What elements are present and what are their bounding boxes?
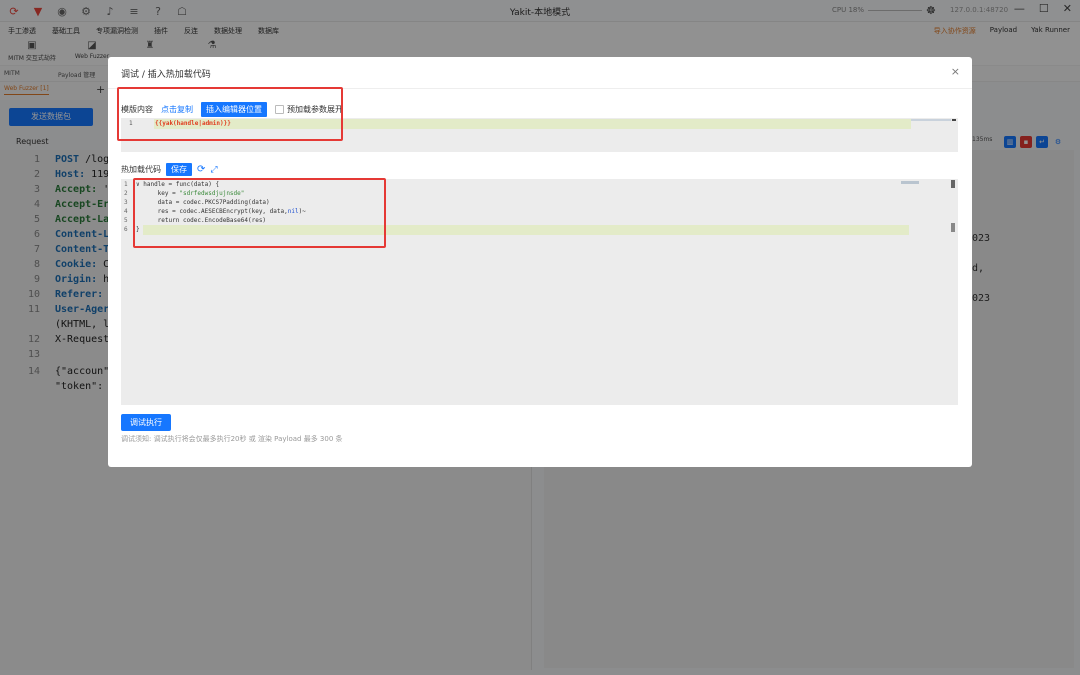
minimap <box>901 181 919 184</box>
save-button[interactable]: 保存 <box>166 163 192 176</box>
close-icon[interactable]: × <box>951 65 960 78</box>
debug-run-button[interactable]: 调试执行 <box>121 414 171 431</box>
refresh-icon[interactable]: ⟳ <box>197 164 205 175</box>
annotation-box <box>117 87 343 141</box>
minimap <box>911 119 951 121</box>
annotation-box <box>133 178 386 248</box>
modal-title: 调试 / 插入热加载代码 <box>121 70 211 80</box>
debug-hint: 调试须知: 调试执行将会仅最多执行20秒 或 渲染 Payload 最多 300… <box>121 435 343 443</box>
hotload-toolbar: 热加载代码 保存 ⟳ ⤢ <box>121 163 218 176</box>
scrollbar-marker <box>951 223 955 232</box>
scrollbar[interactable] <box>951 180 955 188</box>
fullscreen-icon[interactable]: ⤢ <box>210 165 217 175</box>
scrollbar[interactable] <box>952 119 956 121</box>
hotload-label: 热加载代码 <box>121 165 161 174</box>
